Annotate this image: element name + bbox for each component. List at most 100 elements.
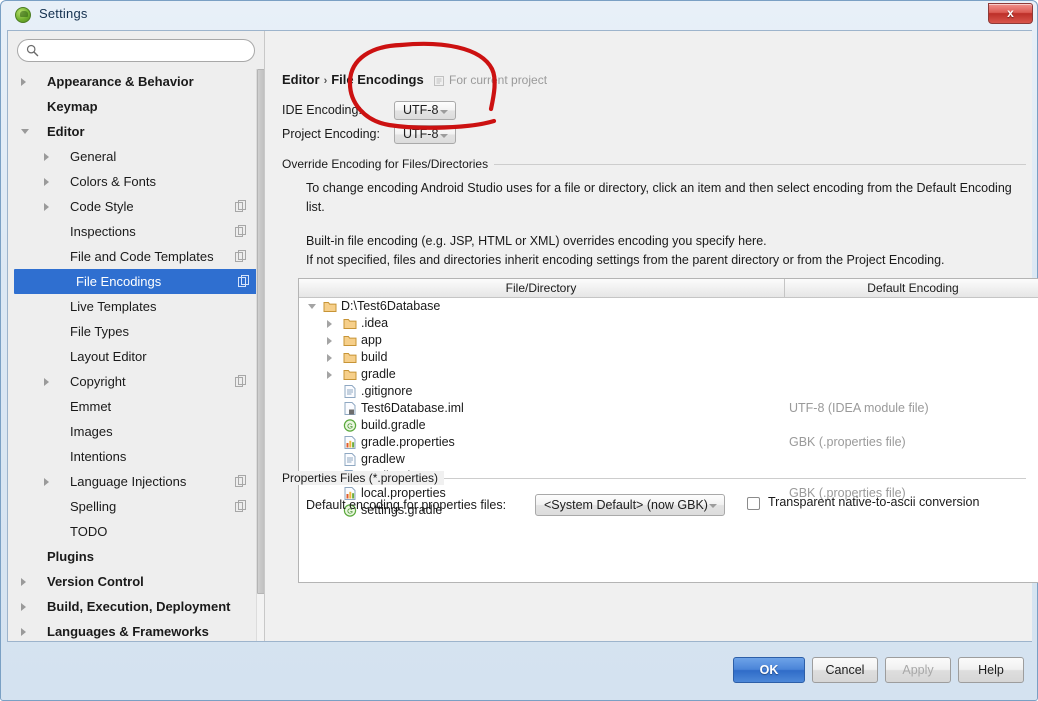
svg-text:G: G [347, 422, 353, 431]
copy-settings-icon[interactable] [235, 500, 246, 512]
dialog-button-bar: OK Cancel Apply Help [7, 643, 1032, 695]
table-row[interactable]: gradlew [299, 451, 1038, 468]
settings-tree: Appearance & Behavior Keymap Editor General… [8, 69, 264, 641]
sidebar-item-label: File and Code Templates [70, 249, 214, 264]
search-box[interactable] [17, 39, 255, 62]
sidebar-item-language-injections[interactable]: Language Injections [8, 469, 264, 494]
sidebar-item-label: Inspections [70, 224, 136, 239]
sidebar-item-version-control[interactable]: Version Control [8, 569, 264, 594]
file-name: build [361, 350, 388, 364]
override-group-description: To change encoding Android Studio uses f… [306, 179, 1026, 270]
chevron-right-icon[interactable] [44, 478, 49, 486]
table-row[interactable]: .gitignore [299, 383, 1038, 400]
folder-icon [343, 336, 357, 346]
chevron-right-icon[interactable] [44, 203, 49, 211]
sidebar-item-layout-editor[interactable]: Layout Editor [8, 344, 264, 369]
override-paragraph-2: Built-in file encoding (e.g. JSP, HTML o… [306, 234, 767, 248]
chevron-right-icon[interactable] [21, 603, 26, 611]
sidebar-item-plugins[interactable]: Plugins [8, 544, 264, 569]
table-row[interactable]: Test6Database.iml UTF-8 (IDEA module file… [299, 400, 1038, 417]
properties-default-encoding-dropdown[interactable]: <System Default> (now GBK) [535, 494, 725, 516]
sidebar-scrollbar[interactable] [256, 69, 264, 641]
override-paragraph-3: If not specified, files and directories … [306, 253, 945, 267]
sidebar-item-label: TODO [70, 524, 108, 539]
sidebar-item-label: Keymap [47, 99, 98, 114]
sidebar-item-code-style[interactable]: Code Style [8, 194, 264, 219]
chevron-down-icon[interactable] [308, 304, 316, 313]
column-header-default-encoding[interactable]: Default Encoding [784, 279, 1038, 297]
title-bar: Settings x [1, 1, 1037, 29]
sidebar-item-spelling[interactable]: Spelling [8, 494, 264, 519]
sidebar-item-file-and-code-templates[interactable]: File and Code Templates [8, 244, 264, 269]
help-button[interactable]: Help [958, 657, 1024, 683]
chevron-right-icon[interactable] [327, 337, 332, 345]
transparent-native-to-ascii-checkbox[interactable] [747, 497, 760, 510]
chevron-right-icon[interactable] [21, 578, 26, 586]
sidebar-item-appearance-behavior[interactable]: Appearance & Behavior [8, 69, 264, 94]
file-name: gradle [361, 367, 396, 381]
table-body: D:\Test6Database .idea app build gradle .giti… [299, 298, 1038, 582]
sidebar-item-keymap[interactable]: Keymap [8, 94, 264, 119]
sidebar-item-label: General [70, 149, 117, 164]
copy-settings-icon[interactable] [235, 200, 246, 212]
window-title: Settings [39, 6, 88, 21]
breadcrumb-parent[interactable]: Editor [282, 72, 320, 87]
sidebar-item-label: Intentions [70, 449, 127, 464]
table-row[interactable]: build [299, 349, 1038, 366]
column-header-file-directory[interactable]: File/Directory [299, 279, 783, 297]
table-row[interactable]: .idea [299, 315, 1038, 332]
chevron-right-icon[interactable] [327, 320, 332, 328]
chevron-right-icon[interactable] [327, 354, 332, 362]
chevron-right-icon[interactable] [21, 78, 26, 86]
text-file-icon [344, 453, 356, 466]
chevron-right-icon[interactable] [21, 628, 26, 636]
folder-icon [323, 302, 337, 312]
copy-settings-icon[interactable] [235, 375, 246, 387]
transparent-native-to-ascii-label: Transparent native-to-ascii conversion [768, 495, 980, 509]
sidebar-item-todo[interactable]: TODO [8, 519, 264, 544]
ok-button[interactable]: OK [733, 657, 805, 683]
table-row[interactable]: D:\Test6Database [299, 298, 1038, 315]
chevron-down-icon[interactable] [21, 129, 29, 138]
project-encoding-dropdown[interactable]: UTF-8 [394, 125, 456, 144]
sidebar-item-file-encodings[interactable]: File Encodings [14, 269, 261, 294]
cancel-button[interactable]: Cancel [812, 657, 878, 683]
file-name: gradle.properties [361, 435, 455, 449]
sidebar-item-images[interactable]: Images [8, 419, 264, 444]
sidebar-item-file-types[interactable]: File Types [8, 319, 264, 344]
chevron-right-icon[interactable] [327, 371, 332, 379]
sidebar-item-emmet[interactable]: Emmet [8, 394, 264, 419]
sidebar-scrollbar-thumb[interactable] [257, 69, 264, 594]
copy-settings-icon[interactable] [235, 250, 246, 262]
file-default-encoding: UTF-8 (IDEA module file) [789, 401, 929, 415]
breadcrumb-current: File Encodings [331, 72, 424, 87]
sidebar-item-general[interactable]: General [8, 144, 264, 169]
sidebar-item-inspections[interactable]: Inspections [8, 219, 264, 244]
sidebar-item-label: Live Templates [70, 299, 157, 314]
sidebar-item-editor[interactable]: Editor [8, 119, 264, 144]
ide-encoding-dropdown[interactable]: UTF-8 [394, 101, 456, 120]
sidebar-item-label: Plugins [47, 549, 94, 564]
table-row[interactable]: gradle.properties GBK (.properties file) [299, 434, 1038, 451]
table-row[interactable]: app [299, 332, 1038, 349]
sidebar-item-build-execution-deployment[interactable]: Build, Execution, Deployment [8, 594, 264, 619]
table-row[interactable]: Gbuild.gradle [299, 417, 1038, 434]
android-studio-icon [15, 7, 31, 23]
search-input[interactable] [44, 42, 248, 60]
chevron-right-icon[interactable] [44, 153, 49, 161]
table-row[interactable]: gradle [299, 366, 1038, 383]
sidebar-item-colors-fonts[interactable]: Colors & Fonts [8, 169, 264, 194]
copy-settings-icon[interactable] [238, 275, 249, 287]
properties-file-icon [344, 436, 356, 449]
file-name: .idea [361, 316, 389, 330]
chevron-right-icon[interactable] [44, 178, 49, 186]
sidebar-item-copyright[interactable]: Copyright [8, 369, 264, 394]
sidebar-item-live-templates[interactable]: Live Templates [8, 294, 264, 319]
chevron-right-icon[interactable] [44, 378, 49, 386]
copy-settings-icon[interactable] [235, 475, 246, 487]
apply-button: Apply [885, 657, 951, 683]
close-icon[interactable]: x [988, 3, 1033, 24]
sidebar-item-languages-frameworks[interactable]: Languages & Frameworks [8, 619, 264, 641]
copy-settings-icon[interactable] [235, 225, 246, 237]
sidebar-item-intentions[interactable]: Intentions [8, 444, 264, 469]
